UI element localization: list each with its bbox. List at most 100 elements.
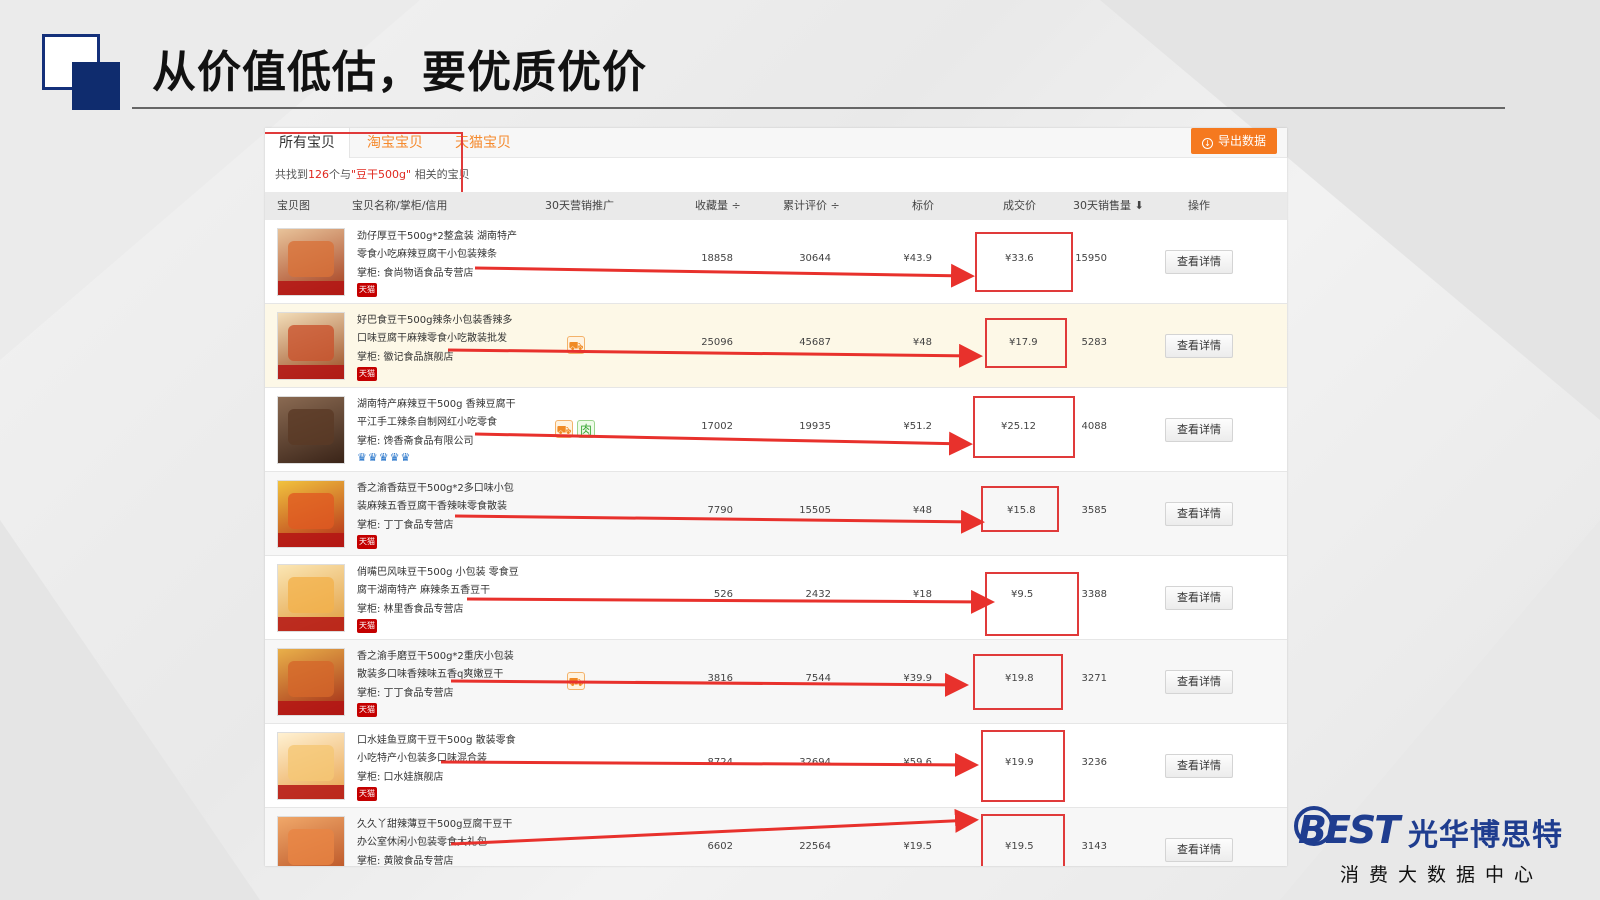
promotion-meat-icon: 肉 xyxy=(577,420,595,438)
view-detail-button[interactable]: 查看详情 xyxy=(1165,670,1233,694)
fav-count: 6602 xyxy=(707,841,733,852)
tmall-badge: 天猫 xyxy=(357,283,377,297)
table-row: 俏嘴巴风味豆干500g 小包装 零食豆 腐干湖南特产 麻辣条五香豆干 掌柜: 林里… xyxy=(265,556,1287,640)
fav-count: 7790 xyxy=(707,505,733,516)
fav-count: 8724 xyxy=(707,757,733,768)
title-divider xyxy=(132,107,1505,109)
view-detail-button[interactable]: 查看详情 xyxy=(1165,502,1233,526)
brand-chinese-name: 光华博思特 xyxy=(1408,818,1563,853)
col-name: 宝贝名称/掌柜/信用 xyxy=(352,199,448,212)
price-highlight-box xyxy=(973,396,1075,458)
summary-highlight-box xyxy=(265,132,463,194)
table-row: 香之渝手磨豆干500g*2重庆小包装 散装多口味香辣味五香q爽嫩豆干 掌柜: 丁丁… xyxy=(265,640,1287,724)
review-count: 30644 xyxy=(799,253,831,264)
review-count: 19935 xyxy=(799,421,831,432)
product-thumbnail[interactable] xyxy=(277,816,345,866)
product-thumbnail[interactable] xyxy=(277,648,345,716)
fav-count: 25096 xyxy=(701,337,733,348)
table-row: 久久丫甜辣薄豆干500g豆腐干豆干 办公室休闲小包装零食大礼包 掌柜: 黄陂食品专… xyxy=(265,808,1287,866)
review-count: 2432 xyxy=(805,589,831,600)
product-thumbnail[interactable] xyxy=(277,564,345,632)
promotion-car-icon: ⛟ xyxy=(567,336,585,354)
col-list-price: 标价 xyxy=(912,199,934,212)
tmall-badge: 天猫 xyxy=(357,787,377,801)
product-name[interactable]: 劲仔厚豆干500g*2整盒装 湖南特产 零食小吃麻辣豆腐干小包装辣条 xyxy=(357,228,542,264)
seller-name[interactable]: 掌柜: 丁丁食品专营店 xyxy=(357,516,454,531)
table-row: 好巴食豆干500g辣条小包装香辣多 口味豆腐干麻辣零食小吃散装批发 掌柜: 徽记食… xyxy=(265,304,1287,388)
seller-name[interactable]: 掌柜: 口水娃旗舰店 xyxy=(357,768,444,783)
seller-name[interactable]: 掌柜: 丁丁食品专营店 xyxy=(357,684,454,699)
col-image: 宝贝图 xyxy=(277,199,310,212)
sales-30d: 3585 xyxy=(1081,505,1107,516)
col-reviews[interactable]: 累计评价 ÷ xyxy=(783,192,840,220)
list-price: ¥19.5 xyxy=(903,841,932,852)
product-thumbnail[interactable] xyxy=(277,480,345,548)
view-detail-button[interactable]: 查看详情 xyxy=(1165,250,1233,274)
product-name[interactable]: 湖南特产麻辣豆干500g 香辣豆腐干 平江手工辣条自制网红小吃零食 xyxy=(357,396,542,432)
company-brand: BEST 光华博思特 消费大数据中心 xyxy=(1294,806,1568,886)
table-row: 湖南特产麻辣豆干500g 香辣豆腐干 平江手工辣条自制网红小吃零食 掌柜: 馋香斋… xyxy=(265,388,1287,472)
price-highlight-box xyxy=(985,318,1067,368)
promotion-car-icon: ⛟ xyxy=(567,672,585,690)
sales-30d: 3236 xyxy=(1081,757,1107,768)
col-promo: 30天营销推广 xyxy=(545,199,614,212)
seller-credit-crowns: ♛♛♛♛♛ xyxy=(357,451,412,464)
table-row: 香之渝香菇豆干500g*2多口味小包 装麻辣五香豆腐干香辣味零食散装 掌柜: 丁丁… xyxy=(265,472,1287,556)
view-detail-button[interactable]: 查看详情 xyxy=(1165,754,1233,778)
seller-name[interactable]: 掌柜: 食尚物语食品专营店 xyxy=(357,264,474,279)
sales-30d: 3143 xyxy=(1081,841,1107,852)
product-table-body: 劲仔厚豆干500g*2整盒装 湖南特产 零食小吃麻辣豆腐干小包装辣条 掌柜: 食尚… xyxy=(265,220,1287,866)
price-highlight-box xyxy=(985,572,1079,636)
product-thumbnail[interactable] xyxy=(277,396,345,464)
col-sales[interactable]: 30天销售量 ⬇ xyxy=(1073,192,1144,220)
slide-title: 从价值低估，要优质优价 xyxy=(152,47,647,98)
tmall-badge: 天猫 xyxy=(357,703,377,717)
col-fav[interactable]: 收藏量 ÷ xyxy=(695,192,741,220)
list-price: ¥51.2 xyxy=(903,421,932,432)
fav-count: 17002 xyxy=(701,421,733,432)
price-highlight-box xyxy=(973,654,1063,710)
price-highlight-box xyxy=(975,232,1073,292)
view-detail-button[interactable]: 查看详情 xyxy=(1165,586,1233,610)
price-highlight-box xyxy=(981,486,1059,532)
price-highlight-box xyxy=(981,814,1065,866)
view-detail-button[interactable]: 查看详情 xyxy=(1165,334,1233,358)
tmall-badge: 天猫 xyxy=(357,367,377,381)
product-thumbnail[interactable] xyxy=(277,312,345,380)
sales-30d: 3271 xyxy=(1081,673,1107,684)
seller-name[interactable]: 掌柜: 林里香食品专营店 xyxy=(357,600,464,615)
list-price: ¥59.6 xyxy=(903,757,932,768)
brand-latin-name: BEST xyxy=(1298,808,1400,852)
download-icon: ↓ xyxy=(1201,138,1213,149)
tmall-badge: 天猫 xyxy=(357,619,377,633)
list-price: ¥48 xyxy=(912,337,932,348)
seller-name[interactable]: 掌柜: 黄陂食品专营店 xyxy=(357,852,454,866)
product-name[interactable]: 好巴食豆干500g辣条小包装香辣多 口味豆腐干麻辣零食小吃散装批发 xyxy=(357,312,542,348)
review-count: 15505 xyxy=(799,505,831,516)
table-row: 口水娃鱼豆腐干豆干500g 散装零食 小吃特产小包装多口味混合装 掌柜: 口水娃旗… xyxy=(265,724,1287,808)
fav-count: 18858 xyxy=(701,253,733,264)
review-count: 7544 xyxy=(805,673,831,684)
seller-name[interactable]: 掌柜: 馋香斋食品有限公司 xyxy=(357,432,474,447)
col-deal-price: 成交价 xyxy=(1003,199,1036,212)
product-name[interactable]: 久久丫甜辣薄豆干500g豆腐干豆干 办公室休闲小包装零食大礼包 xyxy=(357,816,542,852)
export-label: 导出数据 xyxy=(1217,134,1266,148)
review-count: 32694 xyxy=(799,757,831,768)
export-data-button[interactable]: ↓ 导出数据 xyxy=(1191,128,1277,154)
product-name[interactable]: 香之渝手磨豆干500g*2重庆小包装 散装多口味香辣味五香q爽嫩豆干 xyxy=(357,648,542,684)
product-thumbnail[interactable] xyxy=(277,228,345,296)
tmall-badge: 天猫 xyxy=(357,535,377,549)
fav-count: 526 xyxy=(713,589,733,600)
product-name[interactable]: 俏嘴巴风味豆干500g 小包装 零食豆 腐干湖南特产 麻辣条五香豆干 xyxy=(357,564,542,600)
review-count: 45687 xyxy=(799,337,831,348)
list-price: ¥48 xyxy=(912,505,932,516)
list-price: ¥43.9 xyxy=(903,253,932,264)
product-thumbnail[interactable] xyxy=(277,732,345,800)
seller-name[interactable]: 掌柜: 徽记食品旗舰店 xyxy=(357,348,454,363)
view-detail-button[interactable]: 查看详情 xyxy=(1165,418,1233,442)
table-row: 劲仔厚豆干500g*2整盒装 湖南特产 零食小吃麻辣豆腐干小包装辣条 掌柜: 食尚… xyxy=(265,220,1287,304)
product-name[interactable]: 香之渝香菇豆干500g*2多口味小包 装麻辣五香豆腐干香辣味零食散装 xyxy=(357,480,542,516)
view-detail-button[interactable]: 查看详情 xyxy=(1165,838,1233,862)
product-name[interactable]: 口水娃鱼豆腐干豆干500g 散装零食 小吃特产小包装多口味混合装 xyxy=(357,732,542,768)
promotion-car-icon: ⛟ xyxy=(555,420,573,438)
